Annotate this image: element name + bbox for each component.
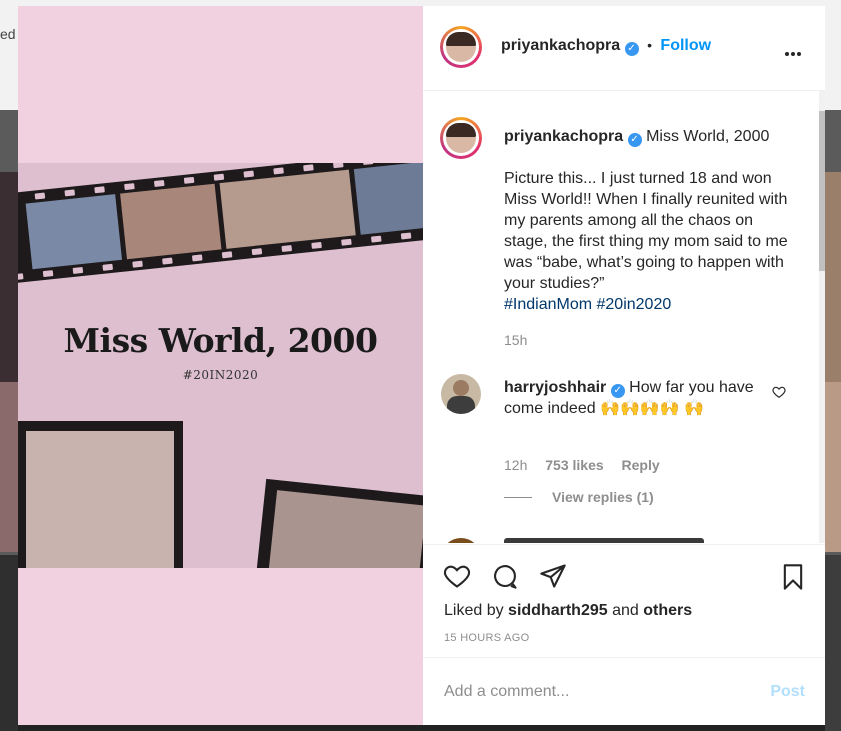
media-photo xyxy=(18,421,183,568)
commenter-avatar[interactable] xyxy=(441,538,481,543)
comment-age[interactable]: 12h xyxy=(504,457,527,473)
caption-body-text: Picture this... I just turned 18 and won… xyxy=(504,170,788,292)
commenter-username[interactable]: harryjoshhair xyxy=(504,379,606,396)
post-modal: Miss World, 2000 #20IN2020 priyankachopr… xyxy=(18,6,825,725)
author-username[interactable]: priyankachopra xyxy=(501,37,620,54)
heart-icon[interactable] xyxy=(443,562,471,590)
verified-badge-icon: ✓ xyxy=(627,133,642,147)
separator-dot: • xyxy=(647,37,652,53)
hashtag-link[interactable]: #IndianMom xyxy=(504,296,592,313)
caption-title: Miss World, 2000 xyxy=(646,128,770,145)
caption-username[interactable]: priyankachopra xyxy=(504,128,623,145)
more-options-icon[interactable] xyxy=(785,43,807,56)
media-hashtag: #20IN2020 xyxy=(182,368,259,382)
background-tile xyxy=(0,382,18,552)
hashtag-link[interactable]: #20in2020 xyxy=(597,296,672,313)
post-timestamp[interactable]: 15 HOURS AGO xyxy=(444,632,530,644)
caption-text: Picture this... I just turned 18 and won… xyxy=(504,168,794,315)
background-tile xyxy=(825,555,841,731)
media-photo xyxy=(254,478,423,568)
follow-button[interactable]: Follow xyxy=(660,37,711,54)
liked-by-line: Liked by siddharth295 and others xyxy=(444,602,692,620)
reply-button[interactable]: Reply xyxy=(622,457,660,473)
verified-badge-icon: ✓ xyxy=(610,384,625,398)
liked-by-others[interactable]: others xyxy=(643,602,692,619)
post-actions: Liked by siddharth295 and others 15 HOUR… xyxy=(423,544,825,658)
commenter-avatar[interactable] xyxy=(441,374,481,414)
share-icon[interactable] xyxy=(539,562,567,590)
comments-list[interactable]: priyankachopra ✓ Miss World, 2000 Pictur… xyxy=(423,91,825,543)
comment-body: harryjoshhair ✓ How far you have come in… xyxy=(504,377,764,419)
liked-by-prefix: Liked by xyxy=(444,602,504,619)
comment-like-heart-icon[interactable] xyxy=(772,385,786,399)
background-tile xyxy=(825,172,841,382)
film-strip xyxy=(18,163,423,285)
view-replies-button[interactable]: View replies (1) xyxy=(552,489,654,505)
comment-icon[interactable] xyxy=(491,562,519,590)
partial-comment xyxy=(504,538,764,543)
post-media[interactable]: Miss World, 2000 #20IN2020 xyxy=(18,6,423,725)
caption-avatar[interactable] xyxy=(440,117,482,159)
comment-likes[interactable]: 753 likes xyxy=(545,457,603,473)
author-avatar[interactable] xyxy=(440,26,482,68)
add-comment-bar: Add a comment... Post xyxy=(423,657,825,726)
comments-scrollbar[interactable] xyxy=(819,91,825,543)
replies-divider xyxy=(504,497,532,498)
post-header: priyankachopra ✓ • Follow xyxy=(423,6,825,91)
background-tile xyxy=(0,172,18,382)
media-title: Miss World, 2000 xyxy=(63,321,378,360)
post-details-panel: priyankachopra ✓ • Follow priyankachopra… xyxy=(423,6,825,725)
add-comment-input[interactable]: Add a comment... xyxy=(444,683,569,701)
comment-meta: 12h 753 likes Reply xyxy=(504,457,660,473)
post-comment-button[interactable]: Post xyxy=(770,683,805,701)
bookmark-icon[interactable] xyxy=(779,562,807,592)
liked-by-user[interactable]: siddharth295 xyxy=(508,602,608,619)
verified-badge-icon: ✓ xyxy=(624,42,639,56)
background-tile xyxy=(0,555,18,731)
media-image[interactable]: Miss World, 2000 #20IN2020 xyxy=(18,163,423,568)
caption-age[interactable]: 15h xyxy=(504,332,527,348)
background-partial-text: ed xyxy=(0,26,16,42)
liked-by-joiner: and xyxy=(612,602,639,619)
background-tile xyxy=(825,382,841,552)
